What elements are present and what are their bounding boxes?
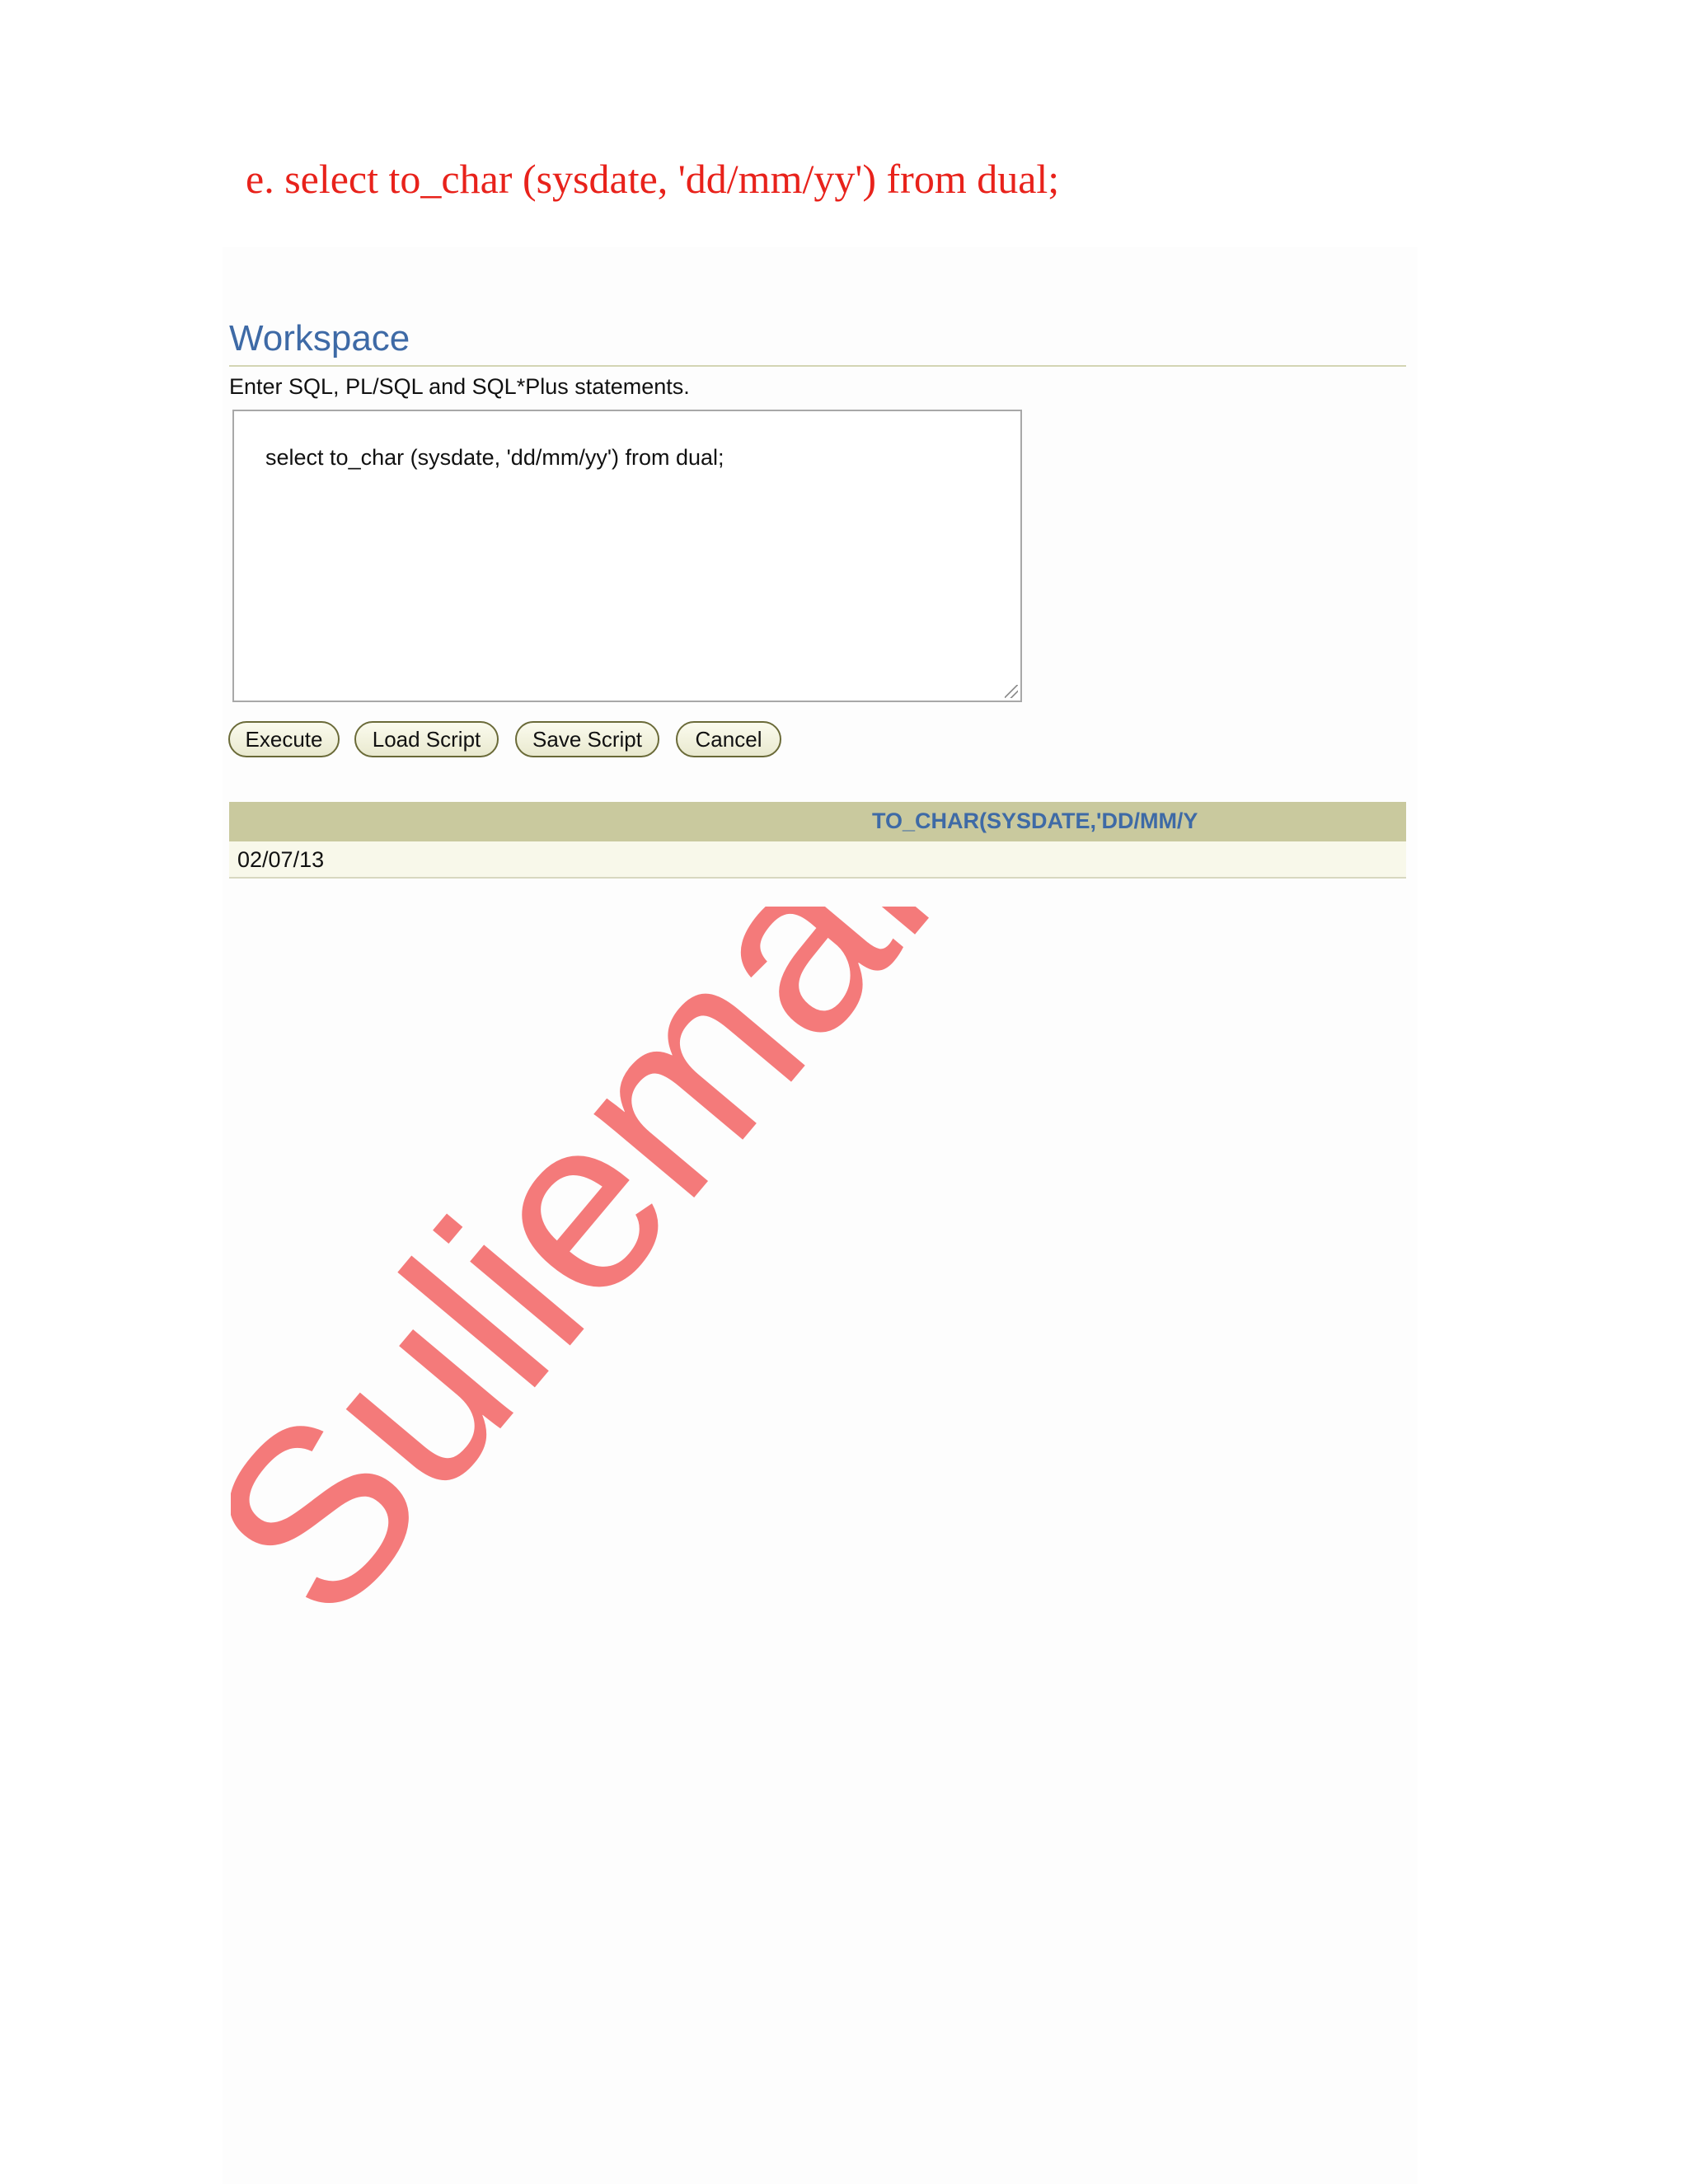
load-script-button[interactable]: Load Script: [354, 721, 499, 757]
column-header[interactable]: TO_CHAR(SYSDATE,'DD/MM/Y: [872, 808, 1198, 834]
table-row: 02/07/13: [229, 841, 1406, 879]
resize-grip-icon[interactable]: [1005, 685, 1018, 698]
execute-button[interactable]: Execute: [228, 721, 340, 757]
results-table: TO_CHAR(SYSDATE,'DD/MM/Y 02/07/13: [229, 802, 1406, 879]
title-divider: [229, 365, 1406, 367]
table-cell: 02/07/13: [237, 847, 325, 872]
results-header: TO_CHAR(SYSDATE,'DD/MM/Y: [229, 802, 1406, 841]
cancel-button[interactable]: Cancel: [676, 721, 781, 757]
sql-workspace-panel: Workspace Enter SQL, PL/SQL and SQL*Plus…: [223, 247, 1418, 2184]
save-script-button[interactable]: Save Script: [515, 721, 659, 757]
sql-editor-text: select to_char (sysdate, 'dd/mm/yy') fro…: [265, 445, 724, 470]
sql-editor[interactable]: select to_char (sysdate, 'dd/mm/yy') fro…: [232, 410, 1022, 702]
document-heading: e. select to_char (sysdate, 'dd/mm/yy') …: [246, 156, 1060, 202]
workspace-instructions: Enter SQL, PL/SQL and SQL*Plus statement…: [229, 374, 690, 399]
workspace-title: Workspace: [229, 318, 410, 359]
